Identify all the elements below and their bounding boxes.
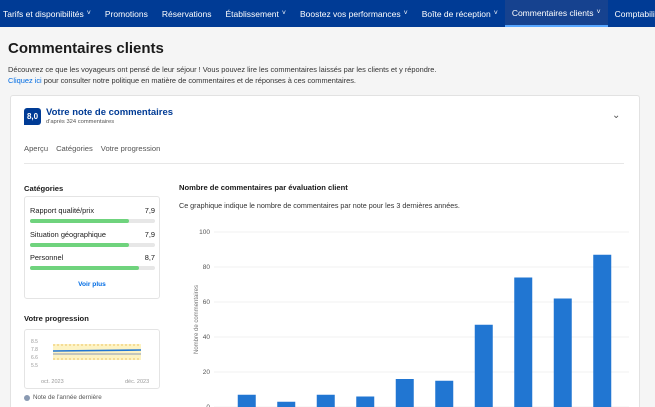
progression-x-label: déc. 2023	[125, 379, 149, 385]
chevron-down-icon: ˅	[596, 9, 601, 16]
nav-item[interactable]: Comptabilité˅	[608, 0, 655, 27]
y-tick-label: 100	[199, 229, 210, 236]
tabs-divider	[24, 163, 624, 164]
score-subtitle: d'après 324 commentaires	[46, 119, 115, 125]
legend-label: Note de l'année dernière	[33, 394, 102, 401]
tab-progression[interactable]: Votre progression	[101, 144, 161, 159]
category-bar	[30, 243, 155, 247]
nav-item-label: Promotions	[104, 8, 148, 19]
category-score: 7,9	[144, 206, 155, 215]
progression-mini-chart: 8.5 7.8 6.6 5.5 oct. 2023 déc. 2023	[31, 339, 149, 385]
bar[interactable]	[593, 254, 612, 407]
collapse-chevron-icon[interactable]: ⌄	[612, 110, 620, 121]
tab-categories[interactable]: Catégories	[56, 144, 93, 159]
review-score-card: 8,0 Votre note de commentaires d'après 3…	[10, 95, 640, 407]
chart-description: Ce graphique indique le nombre de commen…	[179, 201, 460, 210]
nav-item-label: Commentaires clients	[511, 7, 594, 18]
progression-x-label: oct. 2023	[41, 379, 64, 385]
progression-y-tick: 8.5	[31, 339, 38, 345]
intro-policy-text: Cliquez ici pour consulter notre politiq…	[8, 76, 356, 85]
progression-y-tick: 5.5	[31, 363, 38, 369]
category-bar	[30, 219, 155, 223]
category-score: 7,9	[144, 230, 155, 239]
y-axis-label: Nombre de commentaires	[194, 285, 200, 354]
y-tick-label: 80	[203, 264, 211, 271]
category-bar-fill	[30, 243, 129, 247]
score-badge: 8,0	[24, 108, 41, 125]
bar[interactable]	[514, 277, 533, 407]
categories-box: Rapport qualité/prix 7,9 Situation géogr…	[24, 196, 160, 299]
chevron-down-icon: ˅	[403, 10, 408, 17]
category-name: Rapport qualité/prix	[30, 206, 95, 215]
chevron-down-icon: ˅	[281, 10, 286, 17]
progression-legend: Note de l'année dernière	[24, 394, 102, 401]
reviews-bar-chart: Nombre de commentaires020406080100	[194, 229, 629, 407]
see-more-link[interactable]: Voir plus	[25, 281, 159, 288]
score-title: Votre note de commentaires	[46, 107, 174, 118]
progression-heading: Votre progression	[24, 314, 89, 323]
progression-score-line	[52, 349, 142, 352]
y-tick-label: 40	[203, 334, 211, 341]
nav-item[interactable]: Boostez vos performances ˅	[293, 0, 415, 27]
bar[interactable]	[435, 380, 454, 407]
category-score: 8,7	[144, 253, 155, 262]
category-bar-fill	[30, 219, 129, 223]
bar[interactable]	[474, 324, 493, 407]
category-name: Personnel	[30, 253, 64, 262]
y-tick-label: 20	[203, 369, 211, 376]
chart-title: Nombre de commentaires par évaluation cl…	[179, 183, 348, 192]
category-name: Situation géographique	[30, 230, 107, 239]
progression-band	[53, 344, 141, 360]
legend-dot-icon	[24, 394, 30, 401]
chevron-down-icon: ˅	[493, 10, 498, 17]
policy-text: pour consulter notre politique en matièr…	[41, 76, 356, 85]
nav-item[interactable]: Promotions	[98, 0, 155, 27]
progression-y-tick: 7.8	[31, 347, 38, 353]
bar[interactable]	[316, 394, 335, 407]
bar[interactable]	[356, 396, 375, 407]
category-bar-fill	[30, 266, 139, 270]
nav-item[interactable]: Réservations	[155, 0, 219, 27]
top-nav: Tarifs et disponibilités ˅ Promotions Réser…	[0, 0, 655, 27]
nav-item-label: Tarifs et disponibilités	[3, 8, 84, 19]
y-tick-label: 60	[203, 299, 211, 306]
nav-item-label: Boostez vos performances	[299, 8, 401, 19]
policy-link[interactable]: Cliquez ici	[8, 76, 42, 85]
tab-bar: Aperçu Catégories Votre progression	[24, 144, 168, 159]
intro-text: Découvrez ce que les voyageurs ont pensé…	[8, 65, 437, 74]
bar[interactable]	[277, 401, 296, 407]
nav-item-label: Réservations	[161, 8, 212, 19]
bar[interactable]	[395, 379, 414, 407]
nav-item[interactable]: Tarifs et disponibilités ˅	[0, 0, 98, 27]
nav-item-label: Établissement	[225, 8, 279, 19]
progression-chart-box: 8.5 7.8 6.6 5.5 oct. 2023 déc. 2023	[24, 329, 160, 389]
chevron-down-icon: ˅	[86, 10, 91, 17]
nav-item-label: Boîte de réception	[421, 8, 491, 19]
nav-item[interactable]: Commentaires clients ˅	[504, 0, 608, 27]
progression-y-tick: 6.6	[31, 355, 38, 361]
tab-overview[interactable]: Aperçu	[24, 144, 48, 159]
bar[interactable]	[553, 298, 572, 407]
nav-item-label: Comptabilité	[614, 8, 655, 19]
page-title: Commentaires clients	[8, 40, 164, 57]
categories-heading: Catégories	[24, 184, 64, 193]
nav-item[interactable]: Boîte de réception ˅	[415, 0, 505, 27]
category-bar	[30, 266, 155, 270]
bar[interactable]	[237, 394, 256, 407]
nav-item[interactable]: Établissement ˅	[219, 0, 293, 27]
